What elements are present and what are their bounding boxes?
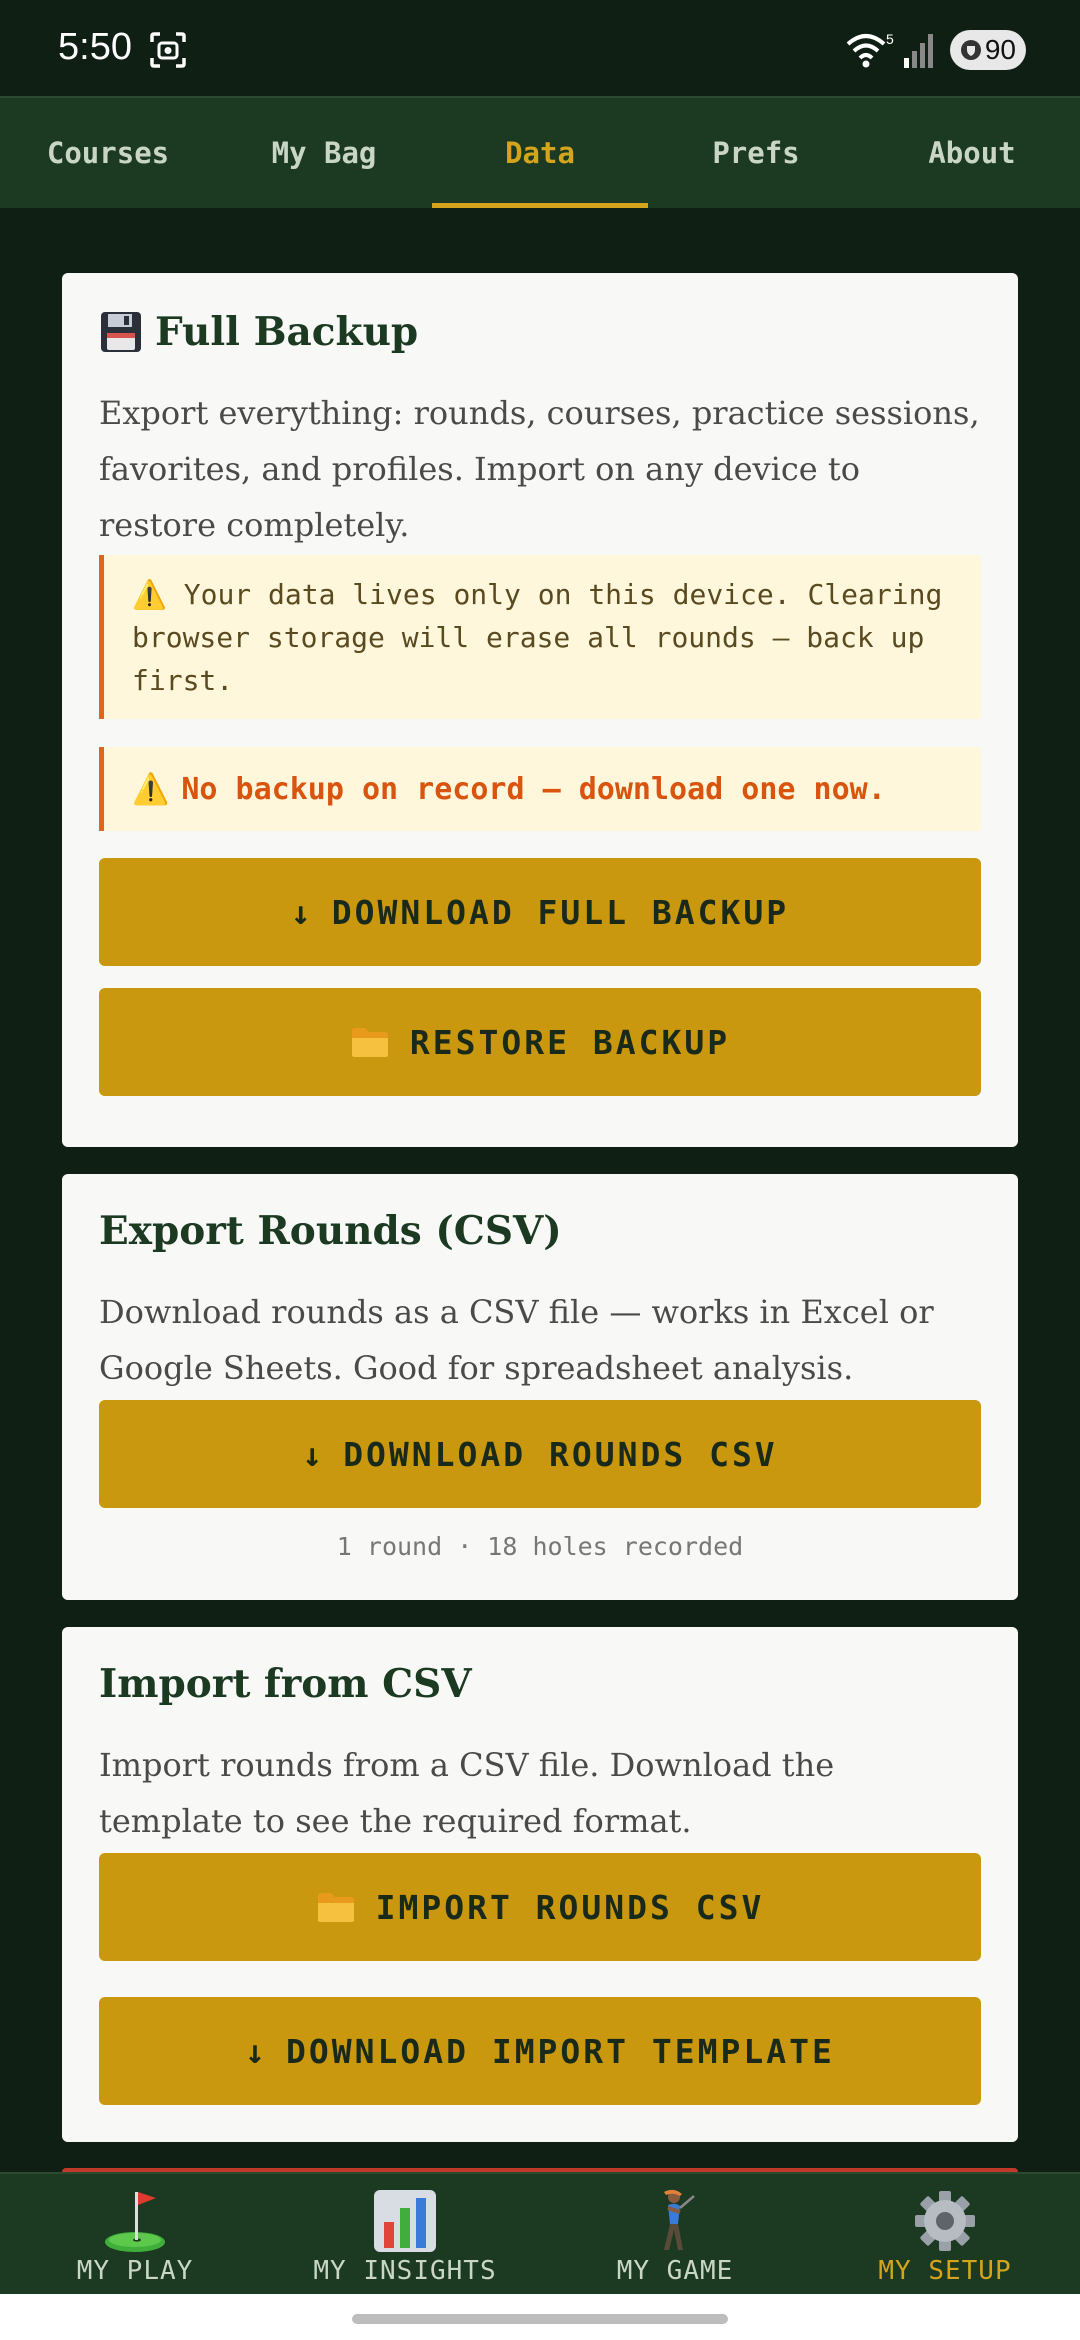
rounds-summary: 1 round · 18 holes recorded xyxy=(336,1532,744,1561)
home-indicator[interactable] xyxy=(352,2314,728,2324)
import-csv-card: Import from CSV Import rounds from a CSV… xyxy=(62,1627,1018,2142)
warning-icon: ⚠️ xyxy=(132,578,167,611)
signal-icon xyxy=(904,34,933,68)
folder-icon xyxy=(317,1893,354,1922)
import-rounds-csv-button[interactable]: IMPORT ROUNDS CSV xyxy=(99,1853,981,1961)
download-arrow-icon: ↓ xyxy=(290,892,314,932)
tab-data[interactable]: Data xyxy=(432,98,648,208)
full-backup-card: Full Backup Export everything: rounds, c… xyxy=(62,273,1018,1147)
storage-warning-text: Your data lives only on this device. Cle… xyxy=(132,578,943,697)
top-tab-bar: Courses My Bag Data Prefs About xyxy=(0,96,1080,208)
golf-flag-icon xyxy=(105,2192,165,2252)
nav-my-game[interactable]: MY GAME xyxy=(540,2174,810,2294)
import-csv-description: Import rounds from a CSV file. Download … xyxy=(99,1746,835,1840)
tab-my-bag[interactable]: My Bag xyxy=(216,98,432,208)
screen-capture-icon xyxy=(150,32,186,68)
download-arrow-icon: ↓ xyxy=(302,1434,326,1474)
download-full-backup-button[interactable]: ↓ DOWNLOAD FULL BACKUP xyxy=(99,858,981,966)
download-full-backup-label: DOWNLOAD FULL BACKUP xyxy=(331,892,790,932)
storage-warning: ⚠️ Your data lives only on this device. … xyxy=(99,555,981,719)
floppy-disk-icon xyxy=(101,312,141,352)
status-bar: 5:50 5 90 xyxy=(0,0,1080,96)
nav-my-insights-label: MY INSIGHTS xyxy=(313,2256,497,2286)
bottom-nav: MY PLAY MY INSIGHTS MY GAME MY SETUP xyxy=(0,2172,1080,2294)
full-backup-header: Full Backup xyxy=(99,309,418,355)
nav-my-setup-label: MY SETUP xyxy=(878,2256,1012,2286)
nav-my-insights[interactable]: MY INSIGHTS xyxy=(270,2174,540,2294)
download-arrow-icon: ↓ xyxy=(245,2031,269,2071)
import-rounds-csv-label: IMPORT ROUNDS CSV xyxy=(375,1887,765,1927)
download-import-template-button[interactable]: ↓ DOWNLOAD IMPORT TEMPLATE xyxy=(99,1997,981,2105)
shield-icon xyxy=(961,40,981,60)
full-backup-description: Export everything: rounds, courses, prac… xyxy=(99,394,980,544)
restore-backup-label: RESTORE BACKUP xyxy=(409,1022,731,1062)
nav-my-play[interactable]: MY PLAY xyxy=(0,2174,270,2294)
folder-icon xyxy=(351,1028,388,1057)
tab-courses[interactable]: Courses xyxy=(0,98,216,208)
bar-chart-icon xyxy=(374,2190,436,2252)
warning-icon: ⚠️ xyxy=(132,771,170,807)
download-rounds-csv-label: DOWNLOAD ROUNDS CSV xyxy=(343,1434,778,1474)
full-backup-title: Full Backup xyxy=(155,309,419,355)
battery-level: 90 xyxy=(984,34,1016,65)
wifi-icon: 5 xyxy=(846,31,894,68)
download-rounds-csv-button[interactable]: ↓ DOWNLOAD ROUNDS CSV xyxy=(99,1400,981,1508)
no-backup-alert-text: No backup on record — download one now. xyxy=(181,771,886,807)
golfer-icon xyxy=(664,2189,695,2250)
nav-my-game-label: MY GAME xyxy=(616,2256,734,2286)
export-rounds-card: Export Rounds (CSV) Download rounds as a… xyxy=(62,1174,1018,1600)
battery-indicator: 90 xyxy=(950,30,1026,70)
wifi-badge: 5 xyxy=(886,31,894,47)
tab-about[interactable]: About xyxy=(864,98,1080,208)
import-csv-title: Import from CSV xyxy=(99,1661,472,1707)
restore-backup-button[interactable]: RESTORE BACKUP xyxy=(99,988,981,1096)
gear-icon xyxy=(915,2191,975,2251)
no-backup-alert: ⚠️ No backup on record — download one no… xyxy=(99,747,981,831)
export-rounds-title: Export Rounds (CSV) xyxy=(99,1208,562,1254)
tab-prefs[interactable]: Prefs xyxy=(648,98,864,208)
nav-my-setup[interactable]: MY SETUP xyxy=(810,2174,1080,2294)
download-import-template-label: DOWNLOAD IMPORT TEMPLATE xyxy=(286,2031,835,2071)
nav-my-play-label: MY PLAY xyxy=(76,2256,194,2286)
status-time: 5:50 xyxy=(58,26,132,68)
export-rounds-description: Download rounds as a CSV file — works in… xyxy=(99,1293,934,1387)
